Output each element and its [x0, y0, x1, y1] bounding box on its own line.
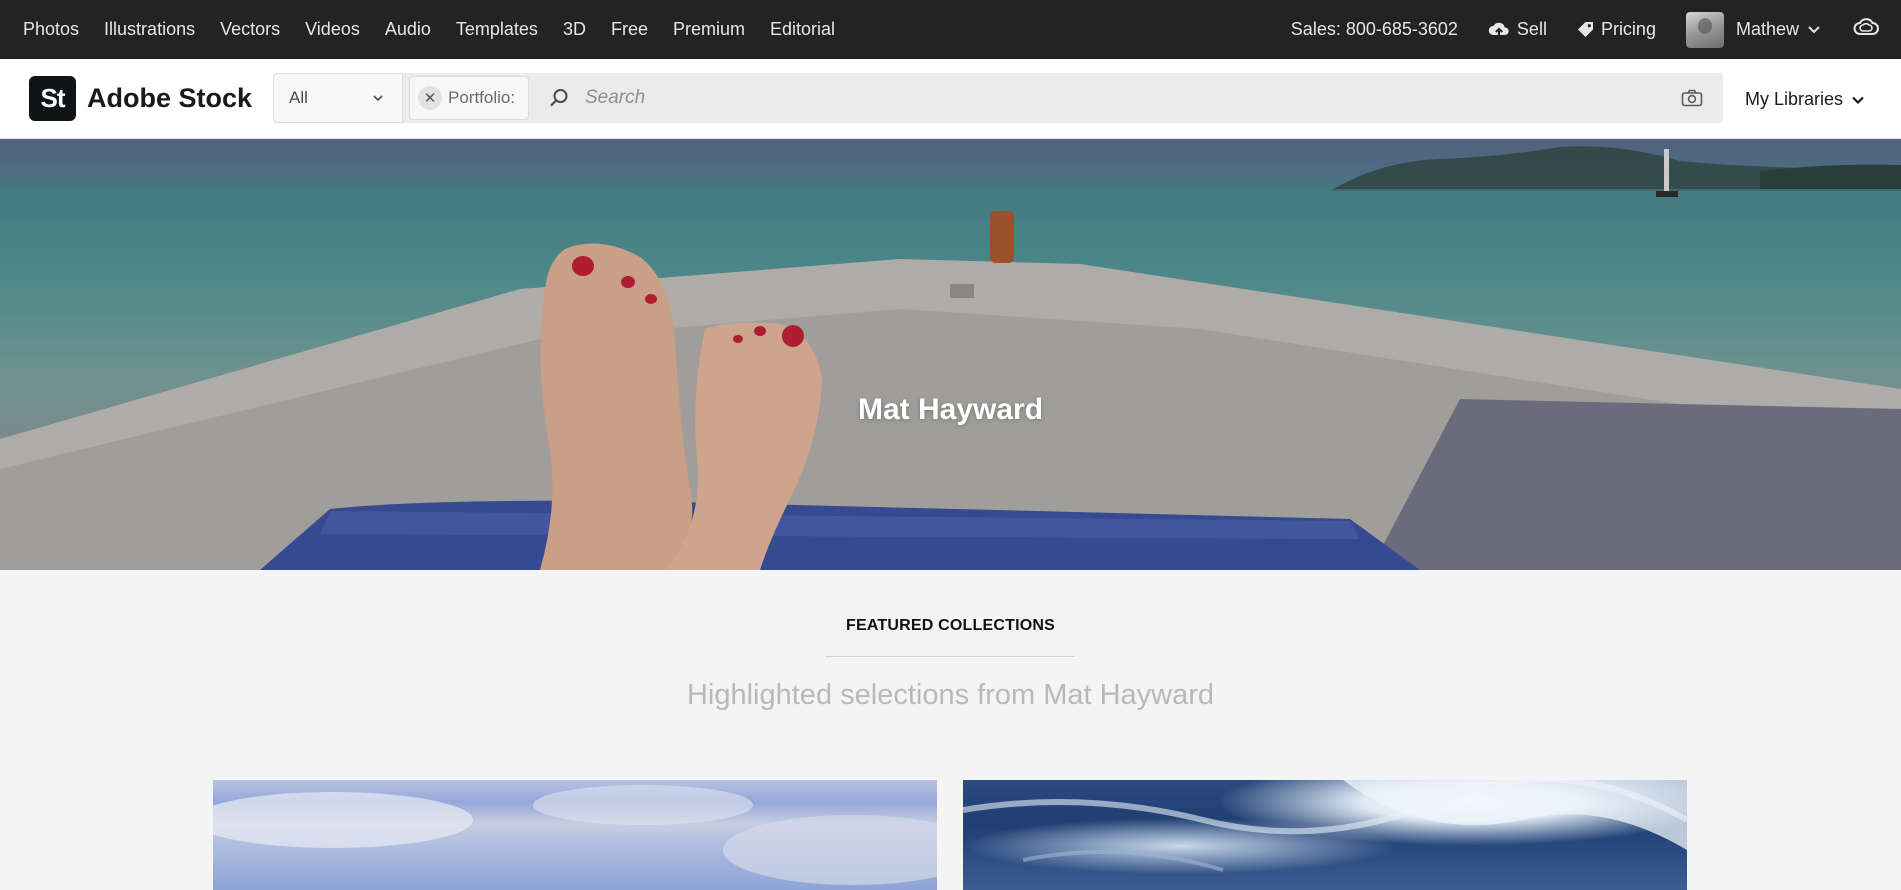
nav-link-photos[interactable]: Photos — [23, 19, 79, 40]
user-name: Mathew — [1735, 19, 1799, 39]
nav-link-free[interactable]: Free — [611, 19, 648, 40]
pricing-label: Pricing — [1600, 19, 1656, 39]
my-libraries-button[interactable]: My Libraries — [1745, 89, 1865, 110]
nav-link-templates[interactable]: Templates — [456, 19, 538, 40]
heading-divider — [825, 656, 1075, 657]
category-links: Photos Illustrations Vectors Videos Audi… — [23, 19, 860, 40]
my-libraries-label: My Libraries — [1744, 89, 1843, 109]
search-icon — [549, 88, 569, 108]
camera-icon[interactable] — [1681, 89, 1703, 107]
portfolio-hero-banner: Mat Hayward — [0, 139, 1901, 570]
logo-badge: St — [29, 76, 76, 121]
collection-thumbnail — [213, 785, 937, 885]
price-tag-icon — [1577, 22, 1593, 37]
collection-card[interactable] — [963, 780, 1687, 890]
featured-collections-heading: FEATURED COLLECTIONS — [845, 617, 1056, 634]
portfolio-filter-chip: ✕ Portfolio: — [409, 76, 529, 120]
creative-cloud-icon[interactable] — [1853, 16, 1879, 43]
account-area: Sales: 800-685-3602 Sell Pricing Mathew — [1261, 11, 1879, 48]
hero-image — [0, 139, 1901, 570]
collection-thumbnail — [963, 780, 1687, 872]
sales-phone: Sales: 800-685-3602 — [1290, 19, 1458, 39]
featured-collections-subtitle: Highlighted selections from Mat Hayward — [686, 679, 1215, 711]
nav-link-videos[interactable]: Videos — [305, 19, 360, 40]
search-bar: All ✕ Portfolio: — [273, 73, 1723, 123]
search-header: St Adobe Stock All ✕ Portfolio: Search M… — [0, 59, 1901, 139]
asset-type-value: All — [289, 88, 308, 107]
close-icon[interactable]: ✕ — [418, 86, 442, 110]
asset-type-select[interactable]: All — [273, 73, 403, 123]
sell-label: Sell — [1516, 19, 1547, 39]
chevron-down-icon — [373, 95, 383, 102]
pricing-link[interactable]: Pricing — [1577, 19, 1656, 40]
chevron-down-icon — [1852, 96, 1864, 104]
nav-link-premium[interactable]: Premium — [673, 19, 745, 40]
sell-link[interactable]: Sell — [1488, 19, 1547, 40]
nav-link-vectors[interactable]: Vectors — [220, 19, 280, 40]
chevron-down-icon — [1808, 25, 1820, 33]
search-input[interactable] — [569, 75, 1681, 121]
collection-card[interactable] — [213, 780, 937, 890]
cloud-upload-icon — [1488, 22, 1509, 38]
nav-link-3d[interactable]: 3D — [563, 19, 586, 40]
adobe-stock-logo[interactable]: St Adobe Stock — [29, 76, 252, 121]
logo-name: Adobe Stock — [87, 83, 253, 113]
portfolio-contributor-name: Mat Hayward — [857, 393, 1044, 426]
avatar — [1685, 11, 1724, 48]
user-menu[interactable]: Mathew — [1685, 11, 1823, 48]
portfolio-filter-label: Portfolio: — [448, 88, 516, 107]
top-navigation: Photos Illustrations Vectors Videos Audi… — [0, 0, 1901, 59]
nav-link-editorial[interactable]: Editorial — [770, 19, 835, 40]
nav-link-illustrations[interactable]: Illustrations — [104, 19, 195, 40]
nav-link-audio[interactable]: Audio — [385, 19, 431, 40]
